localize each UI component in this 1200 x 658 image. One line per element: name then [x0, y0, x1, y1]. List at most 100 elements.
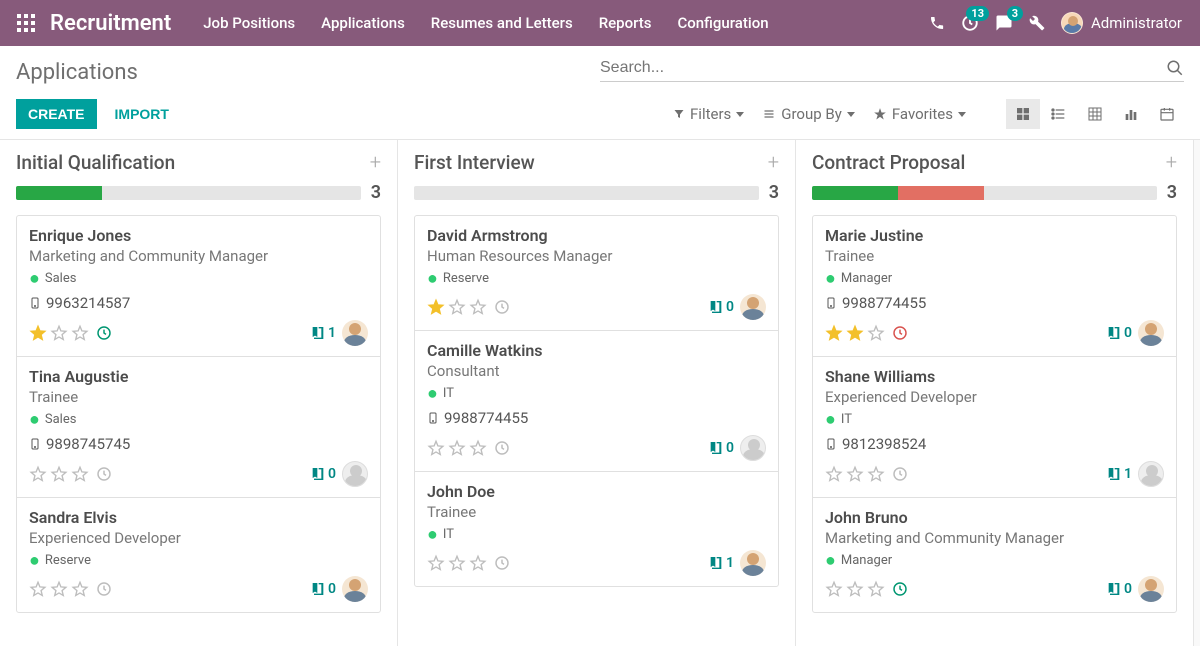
card-subtitle: Marketing and Community Manager — [825, 529, 1164, 547]
menu-reports[interactable]: Reports — [587, 2, 664, 44]
activity-count[interactable]: 0 — [1106, 581, 1132, 597]
view-pivot[interactable] — [1078, 99, 1112, 129]
card-list: Enrique Jones Marketing and Community Ma… — [16, 215, 381, 613]
card-name: Sandra Elvis — [29, 508, 368, 527]
column-progress[interactable] — [812, 186, 1157, 200]
card-avatar[interactable] — [342, 320, 368, 346]
search-icon[interactable] — [1166, 59, 1184, 77]
card-avatar[interactable] — [342, 461, 368, 487]
kanban-card[interactable]: Enrique Jones Marketing and Community Ma… — [17, 216, 380, 357]
column-title[interactable]: Contract Proposal — [812, 151, 965, 174]
view-list[interactable] — [1042, 99, 1076, 129]
card-avatar[interactable] — [1138, 320, 1164, 346]
nav-right: 13 3 Administrator — [929, 12, 1188, 34]
activity-count[interactable]: 0 — [310, 466, 336, 482]
search-bar — [600, 55, 1184, 82]
column-add-icon[interactable]: + — [370, 150, 381, 174]
card-subtitle: Marketing and Community Manager — [29, 247, 368, 265]
activity-icon[interactable]: 13 — [961, 14, 979, 32]
card-priority[interactable] — [825, 465, 908, 483]
card-avatar[interactable] — [342, 576, 368, 602]
user-avatar — [1061, 12, 1083, 34]
card-subtitle: Consultant — [427, 362, 766, 380]
column-title[interactable]: Initial Qualification — [16, 151, 175, 174]
menu-resumes[interactable]: Resumes and Letters — [419, 2, 585, 44]
user-name: Administrator — [1091, 14, 1182, 32]
apps-icon[interactable] — [12, 14, 40, 32]
card-name: Shane Williams — [825, 367, 1164, 386]
debug-icon[interactable] — [1029, 15, 1045, 31]
card-priority[interactable] — [29, 580, 112, 598]
kanban-card[interactable]: John Doe Trainee ●IT 1 — [415, 472, 778, 586]
card-avatar[interactable] — [740, 294, 766, 320]
view-calendar[interactable] — [1150, 99, 1184, 129]
create-button[interactable]: CREATE — [16, 99, 97, 129]
card-tag: ●IT — [427, 527, 766, 542]
kanban-column: First Interview + 3 David Armstrong Huma… — [398, 140, 796, 646]
card-priority[interactable] — [825, 324, 908, 342]
card-subtitle: Experienced Developer — [29, 529, 368, 547]
menu-configuration[interactable]: Configuration — [666, 2, 781, 44]
kanban-card[interactable]: Tina Augustie Trainee ●Sales 9898745745 … — [17, 357, 380, 498]
user-menu[interactable]: Administrator — [1061, 12, 1182, 34]
card-tag: ●Manager — [825, 553, 1164, 568]
kanban-card[interactable]: David Armstrong Human Resources Manager … — [415, 216, 778, 331]
activity-count[interactable]: 0 — [708, 440, 734, 456]
view-kanban[interactable] — [1006, 99, 1040, 129]
top-nav: Recruitment Job Positions Applications R… — [0, 0, 1200, 46]
activity-count[interactable]: 1 — [708, 555, 734, 571]
card-avatar[interactable] — [740, 550, 766, 576]
kanban-card[interactable]: Camille Watkins Consultant ●IT 998877445… — [415, 331, 778, 472]
app-brand[interactable]: Recruitment — [40, 11, 191, 36]
kanban-card[interactable]: John Bruno Marketing and Community Manag… — [813, 498, 1176, 612]
card-tag: ●Manager — [825, 271, 1164, 286]
card-avatar[interactable] — [1138, 461, 1164, 487]
activity-count[interactable]: 1 — [310, 325, 336, 341]
card-priority[interactable] — [427, 298, 510, 316]
card-priority[interactable] — [427, 554, 510, 572]
main-menu: Job Positions Applications Resumes and L… — [191, 2, 780, 44]
search-input[interactable] — [600, 59, 1166, 77]
phone-icon[interactable] — [929, 15, 945, 31]
column-add-icon[interactable]: + — [768, 150, 779, 174]
kanban-card[interactable]: Shane Williams Experienced Developer ●IT… — [813, 357, 1176, 498]
card-subtitle: Experienced Developer — [825, 388, 1164, 406]
menu-applications[interactable]: Applications — [309, 2, 417, 44]
card-subtitle: Human Resources Manager — [427, 247, 766, 265]
activity-count[interactable]: 0 — [310, 581, 336, 597]
view-switcher — [1006, 99, 1184, 129]
page-title: Applications — [16, 52, 600, 85]
chat-badge: 3 — [1007, 6, 1023, 21]
activity-count[interactable]: 0 — [708, 299, 734, 315]
favorites-button[interactable]: Favorites — [873, 105, 966, 123]
filters-button[interactable]: Filters — [673, 105, 744, 123]
kanban-column: Initial Qualification + 3 Enrique Jones … — [0, 140, 398, 646]
card-subtitle: Trainee — [825, 247, 1164, 265]
card-name: Marie Justine — [825, 226, 1164, 245]
kanban-card[interactable]: Marie Justine Trainee ●Manager 998877445… — [813, 216, 1176, 357]
card-priority[interactable] — [825, 580, 908, 598]
groupby-button[interactable]: Group By — [762, 105, 855, 123]
kanban-card[interactable]: Sandra Elvis Experienced Developer ●Rese… — [17, 498, 380, 612]
column-add-icon[interactable]: + — [1166, 150, 1177, 174]
activity-badge: 13 — [966, 6, 989, 21]
column-progress[interactable] — [414, 186, 759, 200]
card-name: John Bruno — [825, 508, 1164, 527]
column-progress[interactable] — [16, 186, 361, 200]
card-priority[interactable] — [29, 324, 112, 342]
activity-count[interactable]: 0 — [1106, 325, 1132, 341]
activity-count[interactable]: 1 — [1106, 466, 1132, 482]
card-name: Tina Augustie — [29, 367, 368, 386]
import-button[interactable]: IMPORT — [103, 99, 181, 129]
card-priority[interactable] — [427, 439, 510, 457]
card-priority[interactable] — [29, 465, 112, 483]
column-count: 3 — [769, 182, 779, 203]
view-graph[interactable] — [1114, 99, 1148, 129]
card-avatar[interactable] — [740, 435, 766, 461]
card-phone: 9812398524 — [825, 435, 1164, 453]
menu-job-positions[interactable]: Job Positions — [191, 2, 307, 44]
column-title[interactable]: First Interview — [414, 151, 535, 174]
card-avatar[interactable] — [1138, 576, 1164, 602]
kanban-board: Initial Qualification + 3 Enrique Jones … — [0, 140, 1200, 646]
chat-icon[interactable]: 3 — [995, 14, 1013, 32]
